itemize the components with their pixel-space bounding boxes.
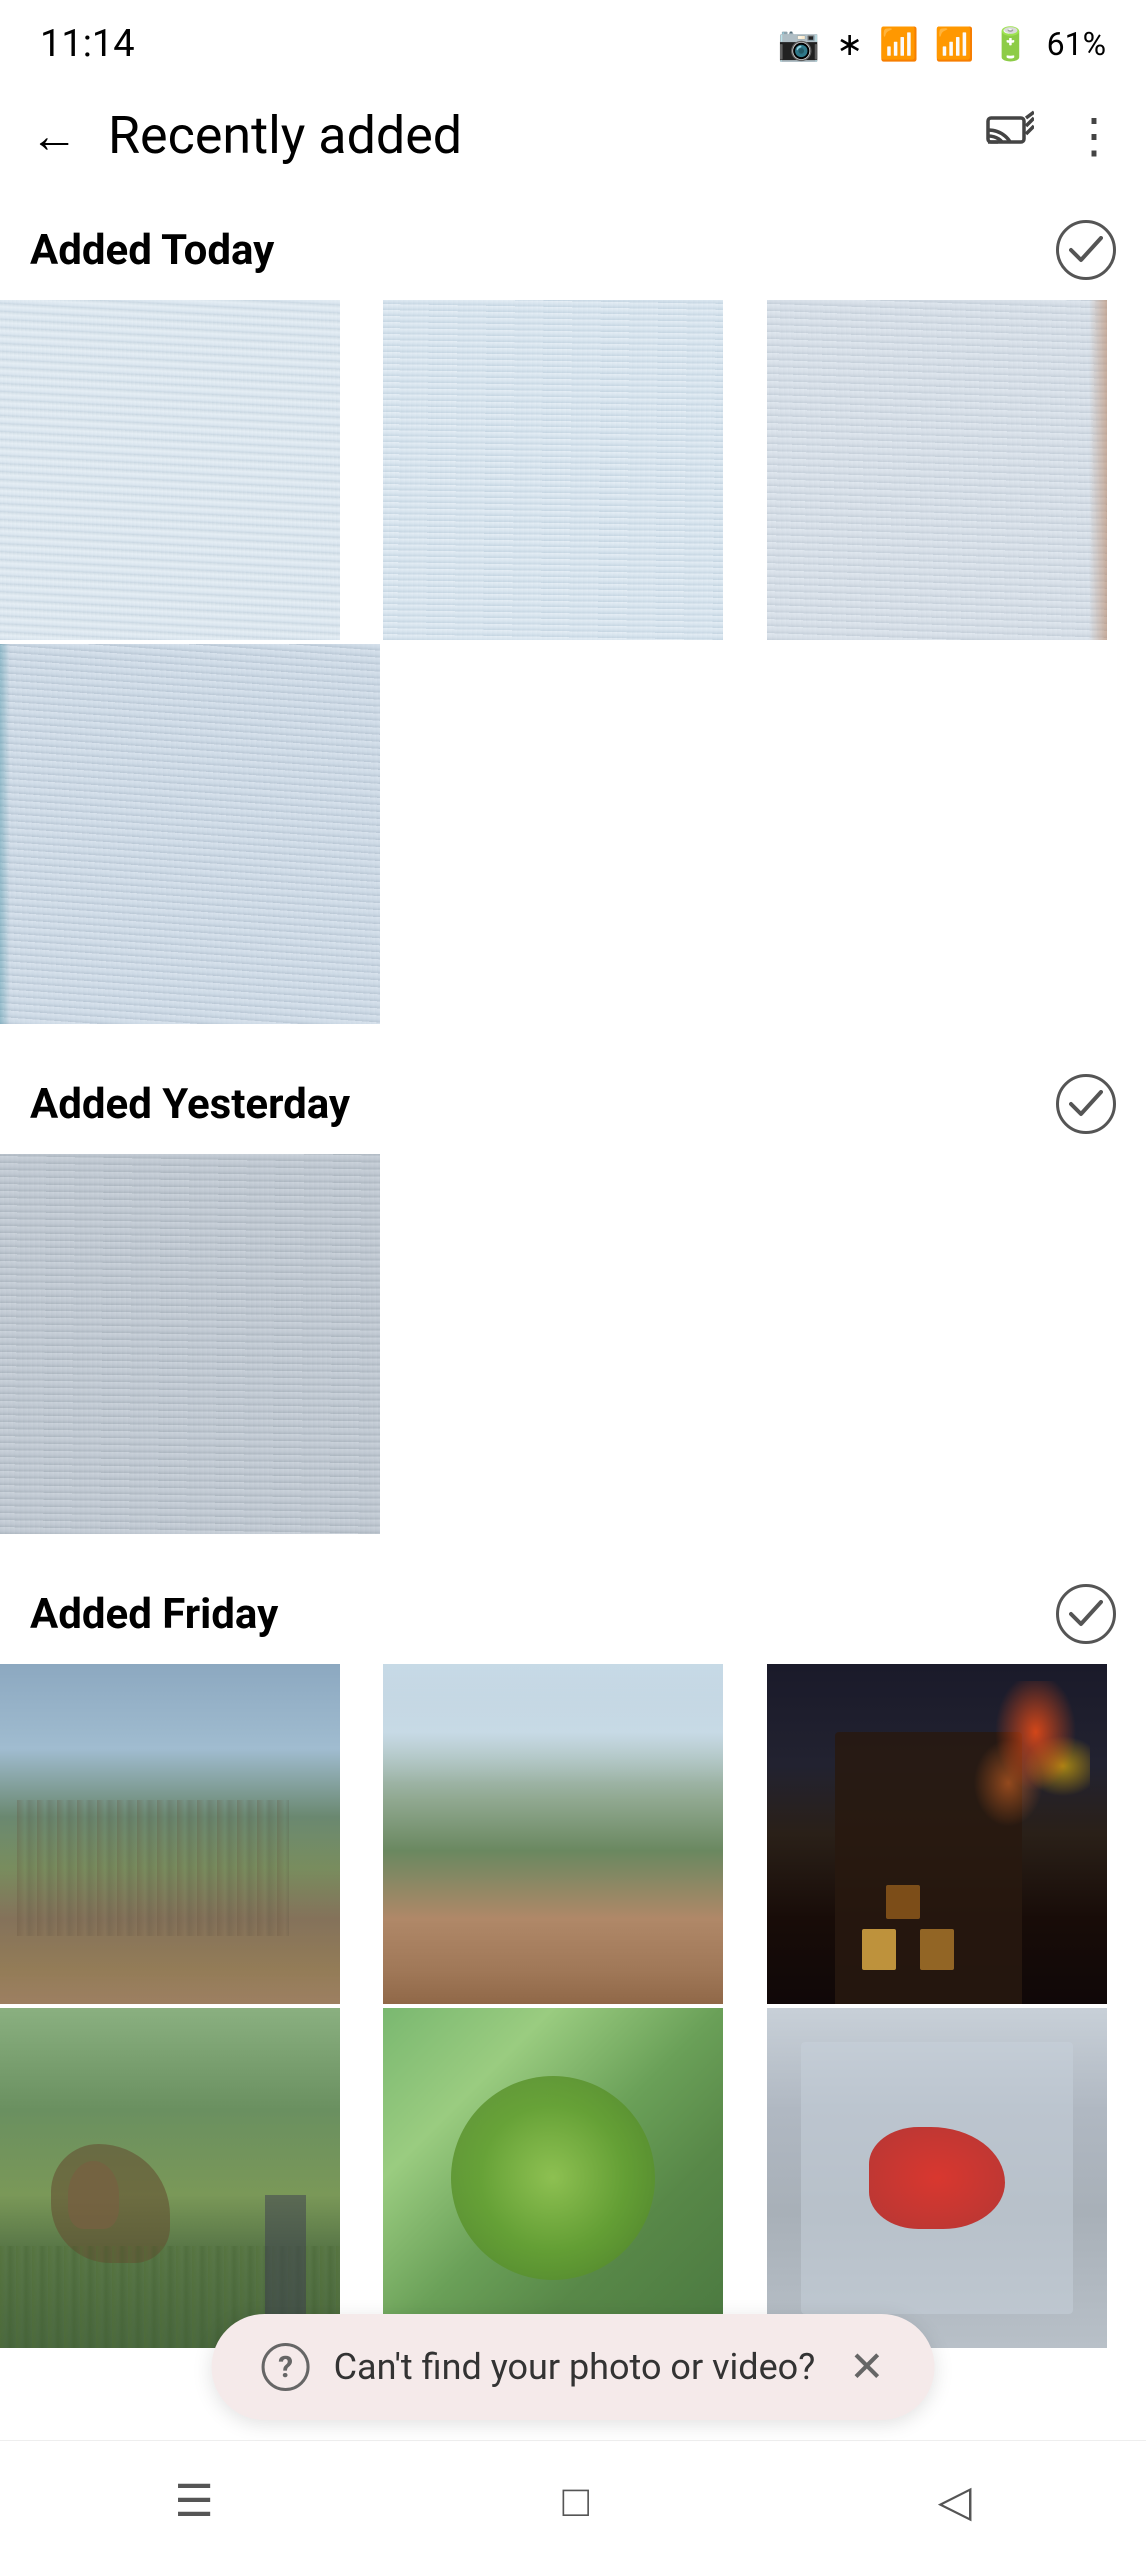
friday-photo-grid xyxy=(0,1664,1146,2348)
signal-icon: 📶 xyxy=(935,25,975,63)
page-title: Recently added xyxy=(108,105,462,166)
photo-cell[interactable] xyxy=(767,300,1107,640)
snackbar-close-button[interactable]: ✕ xyxy=(849,2342,884,2392)
section-label-friday: Added Friday xyxy=(30,1590,278,1639)
status-time: 11:14 xyxy=(40,22,135,66)
empty-cell xyxy=(383,644,762,1024)
more-options-button[interactable]: ⋮ xyxy=(1070,107,1116,164)
today-photo-grid xyxy=(0,300,1146,1024)
bluetooth-icon: ∗ xyxy=(836,25,863,63)
empty-cell xyxy=(767,1154,1146,1534)
bottom-nav: ☰ □ ◁ xyxy=(0,2440,1146,2560)
section-header-today: Added Today xyxy=(0,190,1146,300)
photo-cell[interactable] xyxy=(0,1664,340,2004)
photo-cell[interactable] xyxy=(383,1664,723,2004)
select-all-today[interactable] xyxy=(1056,220,1116,280)
help-icon[interactable]: ? xyxy=(262,2343,310,2391)
photo-cell[interactable] xyxy=(0,644,380,1024)
top-bar-left: ← Recently added xyxy=(30,105,462,166)
back-nav-button[interactable]: ◁ xyxy=(938,2475,972,2527)
battery-icon: 🔋 xyxy=(991,25,1031,63)
photo-cell[interactable] xyxy=(767,1664,1107,2004)
section-label-yesterday: Added Yesterday xyxy=(30,1080,350,1129)
select-all-yesterday[interactable] xyxy=(1056,1074,1116,1134)
select-all-friday[interactable] xyxy=(1056,1584,1116,1644)
top-bar: ← Recently added ⋮ xyxy=(0,80,1146,190)
back-button[interactable]: ← xyxy=(30,107,78,164)
wifi-icon: 📶 xyxy=(879,25,919,63)
photo-cell[interactable] xyxy=(0,300,340,640)
home-button[interactable]: □ xyxy=(563,2475,590,2527)
section-header-yesterday: Added Yesterday xyxy=(0,1044,1146,1154)
status-icons: 📷 ∗ 📶 📶 🔋 61% xyxy=(778,24,1106,64)
photo-cell[interactable] xyxy=(767,2008,1107,2348)
section-label-today: Added Today xyxy=(30,226,274,275)
photo-cell[interactable] xyxy=(0,2008,340,2348)
section-header-friday: Added Friday xyxy=(0,1554,1146,1664)
snackbar: ? Can't find your photo or video? ✕ xyxy=(212,2314,935,2420)
battery-percent: 61% xyxy=(1047,25,1106,63)
photo-cell[interactable] xyxy=(383,300,723,640)
snackbar-text: Can't find your photo or video? xyxy=(334,2346,816,2388)
yesterday-photo-grid xyxy=(0,1154,1146,1534)
top-bar-right: ⋮ xyxy=(986,107,1116,164)
cast-icon[interactable] xyxy=(986,110,1034,161)
menu-button[interactable]: ☰ xyxy=(174,2475,213,2527)
status-bar: 11:14 📷 ∗ 📶 📶 🔋 61% xyxy=(0,0,1146,80)
photo-cell[interactable] xyxy=(383,2008,723,2348)
empty-cell xyxy=(383,1154,762,1534)
instagram-icon: 📷 xyxy=(778,24,820,64)
photo-cell[interactable] xyxy=(0,1154,380,1534)
empty-cell xyxy=(767,644,1146,1024)
